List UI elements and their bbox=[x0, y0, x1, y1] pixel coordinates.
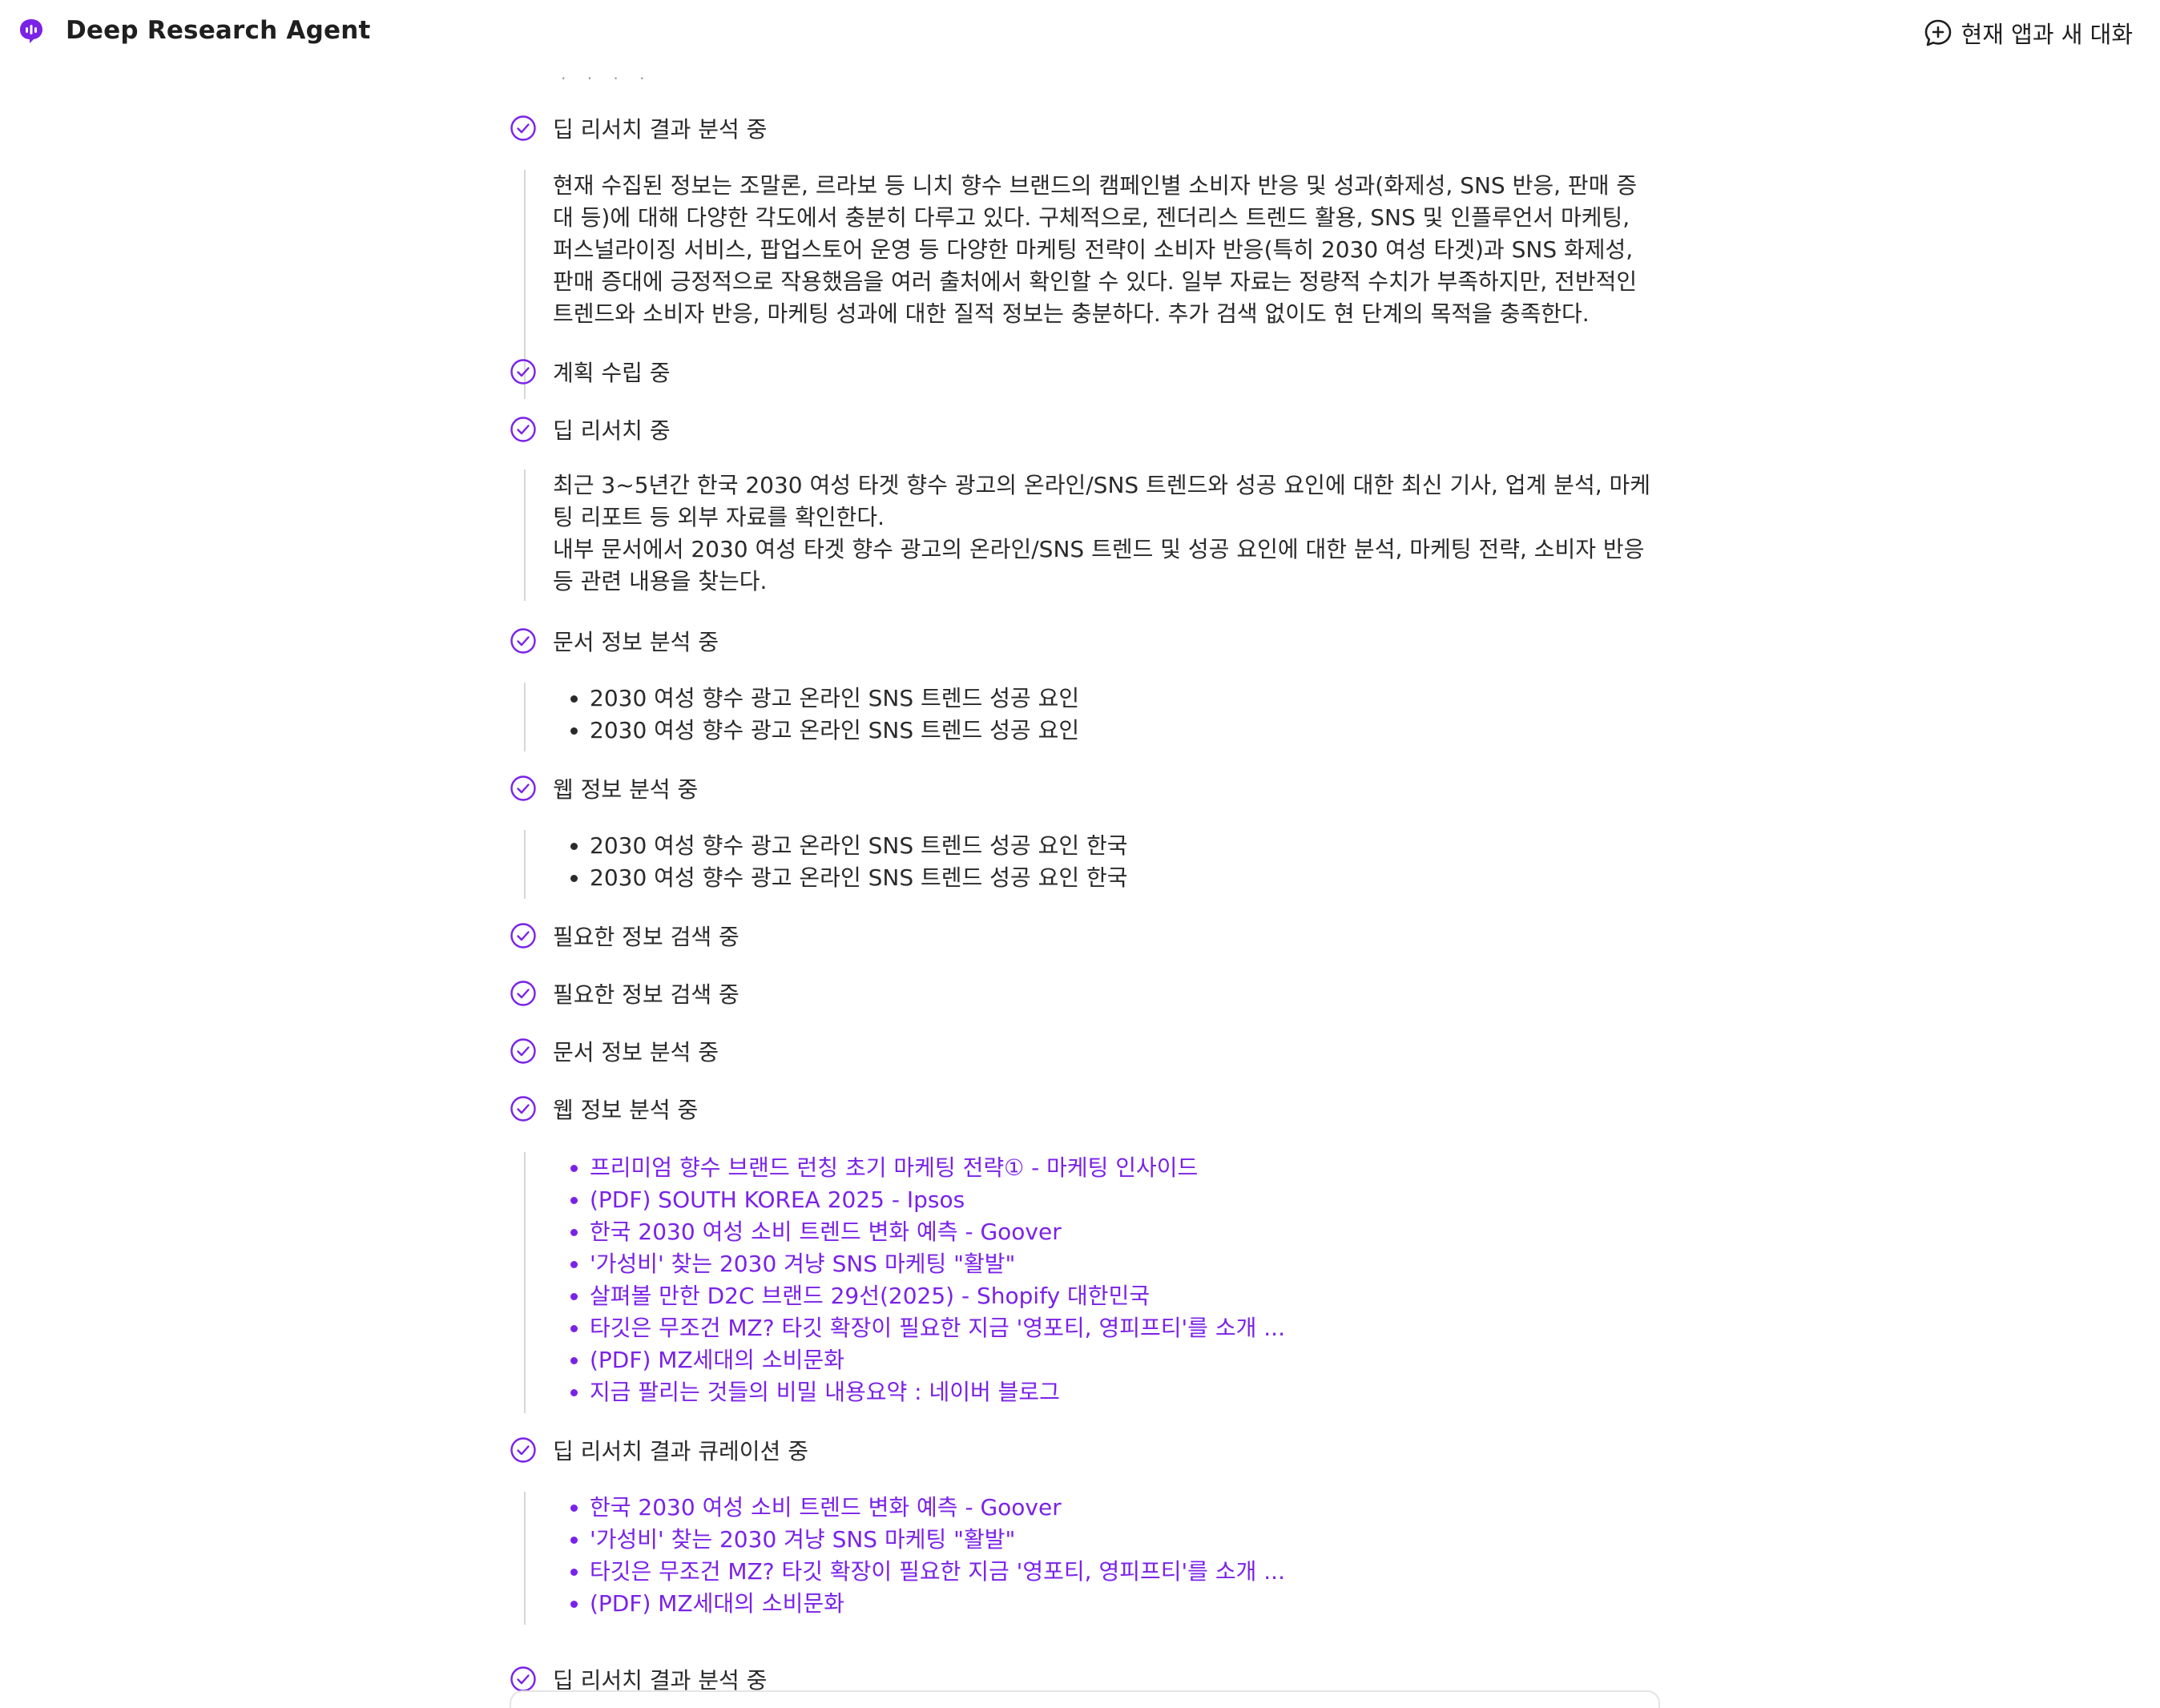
step-label: 웹 정보 분석 중 bbox=[553, 776, 699, 803]
curated-result-list: 한국 2030 여성 소비 트렌드 변화 예측 - Goover '가성비' 찾… bbox=[553, 1492, 1285, 1620]
step-item: 문서 정보 분석 중 bbox=[510, 623, 719, 659]
step-item: 웹 정보 분석 중 bbox=[510, 771, 698, 806]
check-circle-icon bbox=[510, 1038, 536, 1064]
web-result-link[interactable]: (PDF) SOUTH KOREA 2025 - Ipsos bbox=[590, 1186, 965, 1213]
list-item: 2030 여성 향수 광고 온라인 SNS 트렌드 성공 요인 bbox=[590, 683, 1079, 715]
curated-result-link[interactable]: (PDF) MZ세대의 소비문화 bbox=[590, 1590, 844, 1617]
web-result-link[interactable]: '가성비' 찾는 2030 겨냥 SNS 마케팅 "활발" bbox=[590, 1251, 1015, 1277]
check-circle-icon bbox=[510, 628, 536, 654]
step-item: 필요한 정보 검색 중 bbox=[510, 976, 739, 1011]
step-item: 문서 정보 분석 중 bbox=[510, 1033, 719, 1069]
web-result-link[interactable]: 한국 2030 여성 소비 트렌드 변화 예측 - Goover bbox=[590, 1219, 1062, 1245]
step-label: 딥 리서치 결과 분석 중 bbox=[553, 116, 768, 143]
input-box-edge bbox=[510, 1690, 1660, 1708]
check-circle-icon bbox=[510, 417, 536, 442]
check-circle-icon bbox=[510, 1096, 536, 1122]
clipped-top-text: · · · · bbox=[561, 69, 653, 88]
web-result-link[interactable]: 지금 팔리는 것들의 비밀 내용요약 : 네이버 블로그 bbox=[590, 1379, 1060, 1405]
check-circle-icon bbox=[510, 115, 536, 141]
top-bar: Deep Research Agent 현재 앱과 새 대화 bbox=[0, 0, 2160, 67]
step-detail: 최근 3~5년간 한국 2030 여성 타겟 향수 광고의 온라인/SNS 트렌… bbox=[524, 469, 1657, 601]
app-title: Deep Research Agent bbox=[66, 16, 371, 45]
step-label: 웹 정보 분석 중 bbox=[553, 1097, 699, 1123]
step-item: 딥 리서치 결과 분석 중 bbox=[510, 111, 767, 146]
web-result-list: 프리미엄 향수 브랜드 런칭 초기 마케팅 전략① - 마케팅 인사이드 (PD… bbox=[553, 1152, 1285, 1408]
curated-result-link[interactable]: 한국 2030 여성 소비 트렌드 변화 예측 - Goover bbox=[590, 1494, 1062, 1521]
step-detail: 한국 2030 여성 소비 트렌드 변화 예측 - Goover '가성비' 찾… bbox=[524, 1492, 1285, 1625]
check-circle-icon bbox=[510, 923, 536, 949]
step-label: 문서 정보 분석 중 bbox=[553, 629, 719, 655]
step-detail: 2030 여성 향수 광고 온라인 SNS 트렌드 성공 요인 2030 여성 … bbox=[524, 683, 1079, 751]
web-result-link[interactable]: 프리미엄 향수 브랜드 런칭 초기 마케팅 전략① - 마케팅 인사이드 bbox=[590, 1154, 1198, 1181]
list-item: '가성비' 찾는 2030 겨냥 SNS 마케팅 "활발" bbox=[590, 1524, 1285, 1556]
research-plan-line: 최근 3~5년간 한국 2030 여성 타겟 향수 광고의 온라인/SNS 트렌… bbox=[553, 472, 1651, 530]
list-item: 한국 2030 여성 소비 트렌드 변화 예측 - Goover bbox=[590, 1492, 1285, 1524]
step-label: 필요한 정보 검색 중 bbox=[553, 981, 739, 1008]
step-label: 딥 리서치 결과 큐레이션 중 bbox=[553, 1438, 808, 1464]
list-item: '가성비' 찾는 2030 겨냥 SNS 마케팅 "활발" bbox=[590, 1248, 1285, 1280]
step-label: 계획 수립 중 bbox=[553, 360, 671, 386]
step-label: 문서 정보 분석 중 bbox=[553, 1039, 719, 1065]
step-detail: 현재 수집된 정보는 조말론, 르라보 등 니치 향수 브랜드의 캠페인별 소비… bbox=[524, 170, 1657, 399]
step-label: 필요한 정보 검색 중 bbox=[553, 924, 739, 950]
web-result-link[interactable]: 타깃은 무조건 MZ? 타깃 확장이 필요한 지금 '영포티, 영피프티'를 소… bbox=[590, 1315, 1285, 1341]
new-chat-button[interactable]: 현재 앱과 새 대화 bbox=[1923, 14, 2133, 51]
app-logo-icon bbox=[20, 19, 42, 43]
step-item: 필요한 정보 검색 중 bbox=[510, 918, 739, 953]
check-circle-icon bbox=[510, 1437, 536, 1463]
list-item: 2030 여성 향수 광고 온라인 SNS 트렌드 성공 요인 한국 bbox=[590, 862, 1128, 894]
list-item: (PDF) MZ세대의 소비문화 bbox=[590, 1588, 1285, 1620]
curated-result-link[interactable]: '가성비' 찾는 2030 겨냥 SNS 마케팅 "활발" bbox=[590, 1526, 1015, 1553]
step-item: 딥 리서치 중 bbox=[510, 412, 671, 447]
list-item: (PDF) SOUTH KOREA 2025 - Ipsos bbox=[590, 1184, 1285, 1216]
web-result-link[interactable]: (PDF) MZ세대의 소비문화 bbox=[590, 1347, 844, 1373]
check-circle-icon bbox=[510, 775, 536, 801]
step-detail: 2030 여성 향수 광고 온라인 SNS 트렌드 성공 요인 한국 2030 … bbox=[524, 830, 1128, 899]
research-plan-line: 내부 문서에서 2030 여성 타겟 향수 광고의 온라인/SNS 트렌드 및 … bbox=[553, 536, 1645, 594]
check-circle-icon bbox=[510, 1666, 536, 1692]
list-item: 2030 여성 향수 광고 온라인 SNS 트렌드 성공 요인 bbox=[590, 715, 1079, 747]
list-item: 2030 여성 향수 광고 온라인 SNS 트렌드 성공 요인 한국 bbox=[590, 830, 1128, 862]
list-item: 타깃은 무조건 MZ? 타깃 확장이 필요한 지금 '영포티, 영피프티'를 소… bbox=[590, 1312, 1285, 1344]
curated-result-link[interactable]: 타깃은 무조건 MZ? 타깃 확장이 필요한 지금 '영포티, 영피프티'를 소… bbox=[590, 1558, 1285, 1585]
web-query-list: 2030 여성 향수 광고 온라인 SNS 트렌드 성공 요인 한국 2030 … bbox=[553, 830, 1128, 894]
list-item: (PDF) MZ세대의 소비문화 bbox=[590, 1344, 1285, 1376]
list-item: 살펴볼 만한 D2C 브랜드 29선(2025) - Shopify 대한민국 bbox=[590, 1280, 1285, 1312]
doc-query-list: 2030 여성 향수 광고 온라인 SNS 트렌드 성공 요인 2030 여성 … bbox=[553, 683, 1079, 747]
check-circle-icon bbox=[510, 359, 536, 385]
step-item: 웹 정보 분석 중 bbox=[510, 1091, 698, 1126]
step-item: 계획 수립 중 bbox=[510, 354, 671, 389]
analysis-summary-text: 현재 수집된 정보는 조말론, 르라보 등 니치 향수 브랜드의 캠페인별 소비… bbox=[553, 172, 1638, 327]
new-chat-label: 현재 앱과 새 대화 bbox=[1961, 21, 2133, 48]
list-item: 지금 팔리는 것들의 비밀 내용요약 : 네이버 블로그 bbox=[590, 1376, 1285, 1408]
check-circle-icon bbox=[510, 981, 536, 1006]
list-item: 타깃은 무조건 MZ? 타깃 확장이 필요한 지금 '영포티, 영피프티'를 소… bbox=[590, 1556, 1285, 1588]
step-label: 딥 리서치 중 bbox=[553, 417, 671, 444]
new-chat-icon bbox=[1924, 19, 1951, 46]
list-item: 프리미엄 향수 브랜드 런칭 초기 마케팅 전략① - 마케팅 인사이드 bbox=[590, 1152, 1285, 1184]
web-result-link[interactable]: 살펴볼 만한 D2C 브랜드 29선(2025) - Shopify 대한민국 bbox=[590, 1283, 1150, 1309]
list-item: 한국 2030 여성 소비 트렌드 변화 예측 - Goover bbox=[590, 1216, 1285, 1248]
step-detail: 프리미엄 향수 브랜드 런칭 초기 마케팅 전략① - 마케팅 인사이드 (PD… bbox=[524, 1152, 1285, 1413]
step-item: 딥 리서치 결과 큐레이션 중 bbox=[510, 1432, 808, 1468]
